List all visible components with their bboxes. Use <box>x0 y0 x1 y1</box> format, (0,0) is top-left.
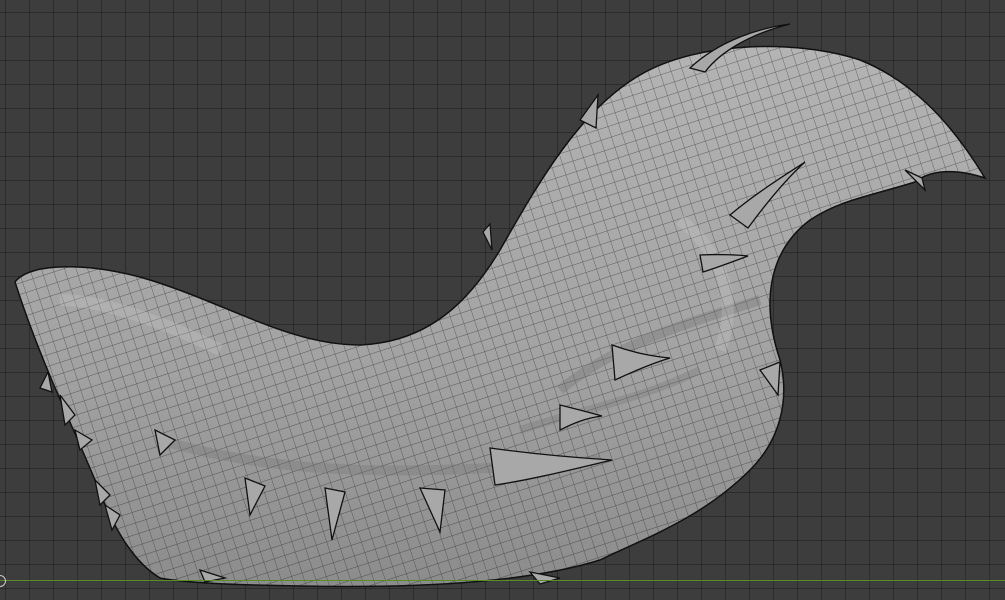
3d-viewport[interactable] <box>0 0 1005 600</box>
x-axis-line <box>0 580 1005 581</box>
mesh-object[interactable] <box>0 0 1005 600</box>
mesh-body[interactable] <box>0 0 1005 600</box>
